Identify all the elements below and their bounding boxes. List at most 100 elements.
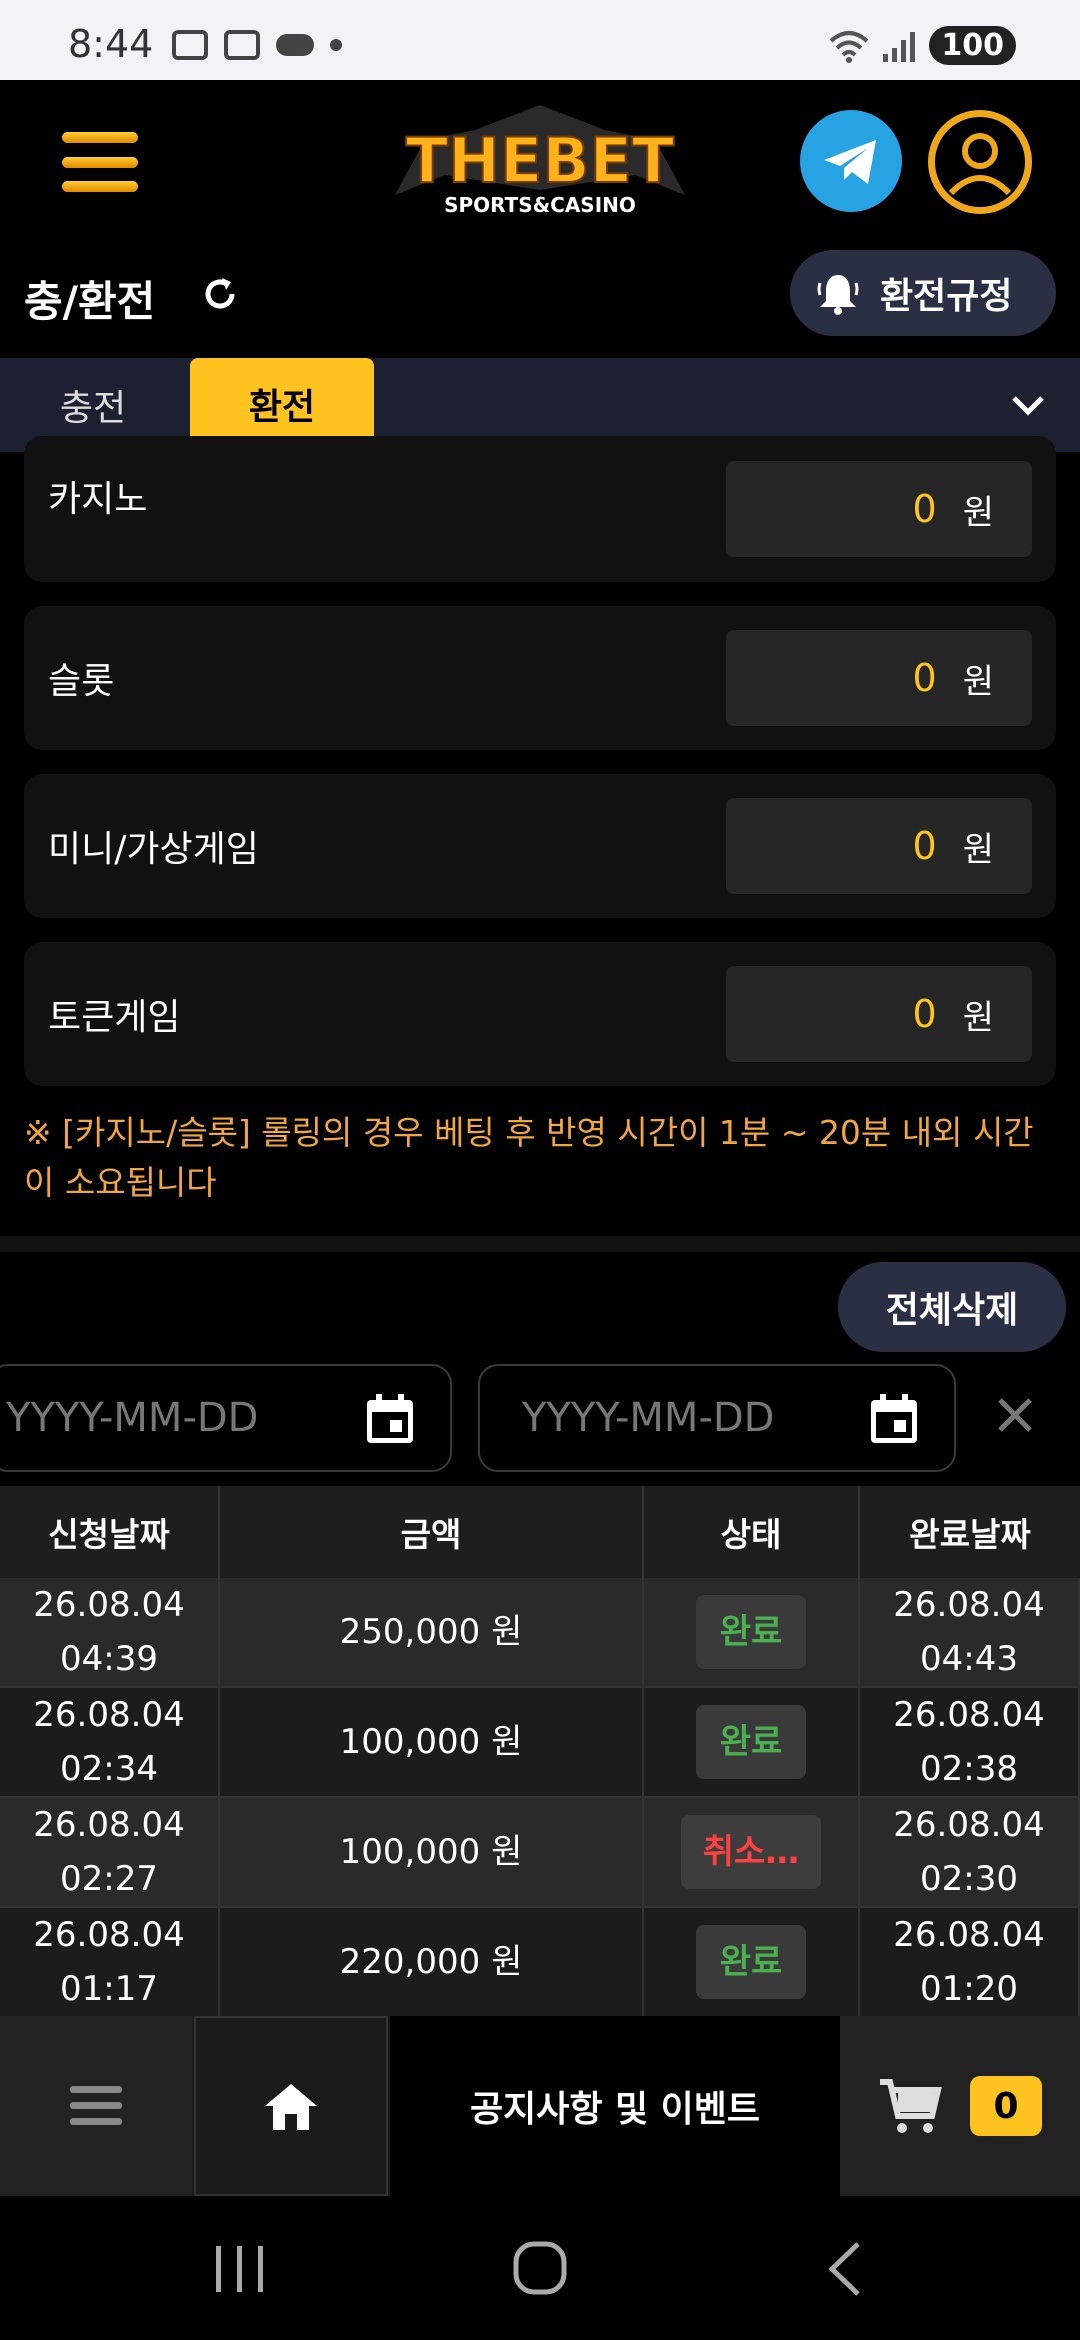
calendar-icon[interactable] bbox=[868, 1392, 920, 1446]
bottom-nav: 공지사항 및 이벤트 0 bbox=[0, 2016, 1080, 2196]
status-cell: 완료 bbox=[644, 1578, 860, 1686]
user-profile-icon[interactable] bbox=[928, 110, 1032, 214]
status-badge: 완료 bbox=[695, 1705, 807, 1779]
home-nav-icon[interactable] bbox=[512, 2240, 568, 2296]
table-row[interactable]: 26.08.04 02:34 100,000 원 완료 26.08.04 02:38 bbox=[0, 1688, 1080, 1798]
col-amount: 금액 bbox=[220, 1486, 644, 1578]
complete-date: 26.08.04 bbox=[893, 1915, 1045, 1955]
balance-field: 0 원 bbox=[726, 966, 1032, 1062]
back-nav-icon[interactable] bbox=[824, 2240, 864, 2298]
bottom-menu-button[interactable] bbox=[0, 2016, 192, 2196]
battery-indicator: 100 bbox=[929, 26, 1016, 65]
table-header: 신청날짜 금액 상태 완료날짜 bbox=[0, 1486, 1080, 1578]
amount-cell: 220,000 원 bbox=[220, 1908, 644, 2016]
logo-subtext: SPORTS&CASINO bbox=[444, 193, 636, 217]
table-row[interactable]: 26.08.04 01:17 220,000 원 완료 26.08.04 01:20 bbox=[0, 1908, 1080, 2018]
home-icon bbox=[265, 2084, 317, 2130]
clear-dates-icon[interactable] bbox=[990, 1390, 1040, 1440]
more-dot-icon bbox=[330, 39, 342, 51]
balance-value: 0 bbox=[912, 656, 937, 700]
status-badge: 취소… bbox=[680, 1815, 822, 1889]
signal-icon bbox=[883, 30, 916, 62]
balance-label: 미니/가상게임 bbox=[48, 829, 259, 870]
telegram-icon[interactable] bbox=[800, 110, 902, 212]
cloud-icon bbox=[276, 34, 314, 56]
balance-field: 0 원 bbox=[726, 630, 1032, 726]
balance-unit: 원 bbox=[962, 492, 994, 533]
balance-value: 0 bbox=[912, 824, 937, 868]
balance-label: 슬롯 bbox=[48, 661, 115, 702]
amount-cell: 250,000 원 bbox=[220, 1578, 644, 1686]
complete-datetime: 26.08.04 04:43 bbox=[860, 1578, 1080, 1686]
refresh-icon[interactable] bbox=[200, 274, 240, 314]
complete-date: 26.08.04 bbox=[893, 1695, 1045, 1735]
calendar-icon[interactable] bbox=[364, 1392, 416, 1446]
balance-row-slot: 슬롯 0 원 bbox=[24, 606, 1056, 750]
app-header: THEBET SPORTS&CASINO bbox=[0, 80, 1080, 250]
cart-icon bbox=[880, 2079, 942, 2133]
complete-time: 04:43 bbox=[920, 1639, 1018, 1679]
menu-icon[interactable] bbox=[62, 132, 138, 192]
exchange-rules-button[interactable]: 환전규정 bbox=[790, 250, 1056, 336]
complete-datetime: 26.08.04 02:30 bbox=[860, 1798, 1080, 1906]
balance-row-mini-game: 미니/가상게임 0 원 bbox=[24, 774, 1056, 918]
table-row[interactable]: 26.08.04 02:27 100,000 원 취소… 26.08.04 02:3… bbox=[0, 1798, 1080, 1908]
balance-unit: 원 bbox=[962, 661, 994, 702]
section-divider bbox=[0, 1236, 1080, 1252]
system-nav-bar bbox=[0, 2196, 1080, 2340]
balance-value: 0 bbox=[912, 487, 937, 531]
chevron-down-icon[interactable] bbox=[1008, 386, 1048, 426]
recent-apps-icon[interactable] bbox=[210, 2242, 270, 2296]
request-date: 26.08.04 bbox=[33, 1585, 185, 1625]
request-datetime: 26.08.04 02:34 bbox=[0, 1688, 220, 1796]
balance-unit: 원 bbox=[962, 997, 994, 1038]
status-cell: 완료 bbox=[644, 1908, 860, 2016]
home-button[interactable] bbox=[194, 2016, 388, 2196]
status-cell: 완료 bbox=[644, 1688, 860, 1796]
balance-row-casino: 카지노 0 원 bbox=[24, 436, 1056, 582]
amount-cell: 100,000 원 bbox=[220, 1798, 644, 1906]
thebet-logo[interactable]: THEBET SPORTS&CASINO bbox=[385, 100, 695, 225]
request-date: 26.08.04 bbox=[33, 1805, 185, 1845]
start-date-input[interactable]: YYYY-MM-DD bbox=[0, 1364, 452, 1472]
cart-count-badge: 0 bbox=[970, 2076, 1042, 2136]
balance-field: 0 원 bbox=[726, 798, 1032, 894]
amount-cell: 100,000 원 bbox=[220, 1688, 644, 1796]
complete-date: 26.08.04 bbox=[893, 1805, 1045, 1845]
bell-icon bbox=[817, 275, 859, 315]
screenshot-icon bbox=[172, 30, 208, 60]
balance-row-token-game: 토큰게임 0 원 bbox=[24, 942, 1056, 1086]
balance-value: 0 bbox=[912, 992, 937, 1036]
menu-icon bbox=[70, 2086, 122, 2125]
status-cell: 취소… bbox=[644, 1798, 860, 1906]
request-date: 26.08.04 bbox=[33, 1915, 185, 1955]
complete-datetime: 26.08.04 01:20 bbox=[860, 1908, 1080, 2016]
complete-time: 02:38 bbox=[920, 1749, 1018, 1789]
request-datetime: 26.08.04 02:27 bbox=[0, 1798, 220, 1906]
balance-unit: 원 bbox=[962, 829, 994, 870]
status-badge: 완료 bbox=[695, 1925, 807, 1999]
request-datetime: 26.08.04 01:17 bbox=[0, 1908, 220, 2016]
balance-label: 카지노 bbox=[48, 479, 148, 520]
col-request-date: 신청날짜 bbox=[0, 1486, 220, 1578]
request-datetime: 26.08.04 04:39 bbox=[0, 1578, 220, 1686]
end-date-input[interactable]: YYYY-MM-DD bbox=[478, 1364, 956, 1472]
request-time: 04:39 bbox=[60, 1639, 158, 1679]
page-title: 충/환전 bbox=[24, 277, 156, 326]
rolling-notice: ※ [카지노/슬롯] 롤링의 경우 베팅 후 반영 시간이 1분 ~ 20분 내… bbox=[24, 1113, 1034, 1202]
request-time: 01:17 bbox=[60, 1969, 158, 2009]
col-status: 상태 bbox=[644, 1486, 860, 1578]
col-complete-date: 완료날짜 bbox=[909, 1515, 1031, 1554]
delete-all-button[interactable]: 전체삭제 bbox=[838, 1262, 1066, 1352]
start-date-placeholder: YYYY-MM-DD bbox=[6, 1395, 259, 1441]
status-badge: 완료 bbox=[695, 1595, 807, 1669]
end-date-placeholder: YYYY-MM-DD bbox=[522, 1395, 775, 1441]
betslip-cart-button[interactable]: 0 bbox=[840, 2016, 1080, 2196]
complete-time: 02:30 bbox=[920, 1859, 1018, 1899]
exchange-rules-label: 환전규정 bbox=[880, 276, 1013, 317]
table-row[interactable]: 26.08.04 04:39 250,000 원 완료 26.08.04 04:43 bbox=[0, 1578, 1080, 1688]
voicemail-icon bbox=[224, 30, 260, 60]
request-date: 26.08.04 bbox=[33, 1695, 185, 1735]
notice-event-button[interactable]: 공지사항 및 이벤트 bbox=[390, 2016, 840, 2196]
status-notification-icons bbox=[172, 30, 342, 60]
